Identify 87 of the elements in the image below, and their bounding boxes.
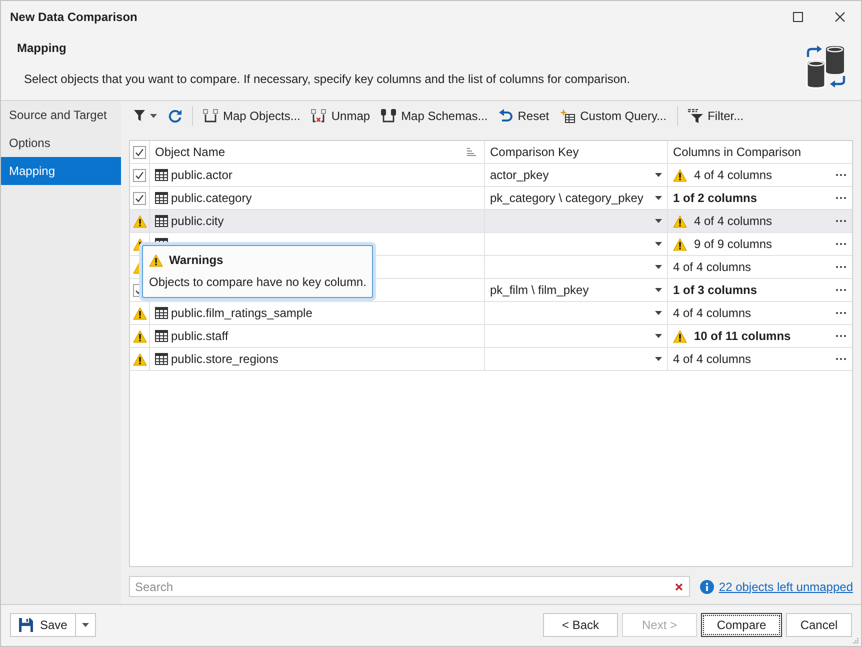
resize-grip-icon[interactable] bbox=[852, 637, 859, 644]
caret-icon bbox=[655, 357, 662, 361]
warning-icon bbox=[132, 214, 146, 228]
key-dropdown[interactable]: pk_category \ category_pkey bbox=[485, 187, 668, 209]
unmap-icon bbox=[311, 108, 326, 122]
map-schemas-icon bbox=[381, 108, 396, 122]
map-objects-icon bbox=[203, 108, 218, 122]
table-icon bbox=[155, 169, 168, 181]
columns-count: 1 of 2 columns bbox=[673, 190, 758, 207]
window-title: New Data Comparison bbox=[10, 8, 138, 26]
save-icon bbox=[19, 618, 33, 632]
map-objects-button[interactable]: Map Objects... bbox=[198, 104, 306, 126]
columns-count: 1 of 3 columns bbox=[673, 282, 758, 299]
table-row[interactable]: public.store_regions 4 of 4 columns bbox=[130, 348, 852, 371]
clear-icon[interactable] bbox=[674, 583, 683, 591]
sidebar-item[interactable]: Source and Target bbox=[1, 101, 121, 129]
sparkle-table-icon bbox=[560, 108, 576, 122]
object-name: public.city bbox=[171, 213, 224, 230]
columns-count: 9 of 9 columns bbox=[694, 236, 772, 253]
back-button[interactable]: < Back bbox=[543, 613, 618, 637]
save-button[interactable]: Save bbox=[10, 613, 76, 637]
caret-icon bbox=[655, 311, 662, 315]
caret-icon bbox=[655, 196, 662, 200]
columns-count: 4 of 4 columns bbox=[673, 351, 752, 368]
funnel-icon bbox=[134, 110, 145, 121]
table-row[interactable]: public.actor actor_pkey 4 of 4 columns bbox=[130, 164, 852, 187]
object-name: public.film_ratings_sample bbox=[171, 305, 312, 322]
maximize-icon[interactable] bbox=[793, 12, 803, 22]
object-name: public.category bbox=[171, 190, 252, 207]
custom-query-button[interactable]: Custom Query... bbox=[555, 104, 672, 126]
table-icon bbox=[155, 353, 168, 365]
table-icon bbox=[155, 215, 168, 227]
checkbox[interactable] bbox=[133, 168, 146, 182]
unmapped-link[interactable]: 22 objects left unmapped bbox=[718, 578, 853, 596]
funnel-icon bbox=[688, 108, 703, 122]
table-row[interactable]: public.city 4 of 4 columns bbox=[130, 210, 852, 233]
warning-icon bbox=[132, 352, 146, 366]
checkbox[interactable] bbox=[133, 146, 146, 158]
table-row[interactable]: public.film_ratings_sample 4 of 4 columns bbox=[130, 302, 852, 325]
database-sync-icon bbox=[804, 43, 848, 89]
table-icon bbox=[155, 307, 168, 319]
caret-icon bbox=[655, 334, 662, 338]
caret-icon bbox=[82, 623, 90, 627]
checkbox[interactable] bbox=[133, 192, 146, 204]
save-dropdown-button[interactable] bbox=[76, 613, 96, 637]
table-icon bbox=[155, 330, 168, 342]
table-icon bbox=[155, 192, 168, 204]
reset-button[interactable]: Reset bbox=[494, 104, 554, 126]
warning-icon bbox=[149, 254, 163, 266]
object-name: public.actor bbox=[171, 167, 232, 184]
caret-icon bbox=[655, 242, 662, 246]
key-dropdown[interactable]: pk_film \ film_pkey bbox=[485, 279, 668, 301]
table-row[interactable]: public.category pk_category \ category_pkey 1 of 2 columns bbox=[130, 187, 852, 210]
columns-count: 4 of 4 columns bbox=[673, 259, 752, 276]
sort-icon bbox=[467, 148, 476, 156]
cancel-button[interactable]: Cancel bbox=[786, 613, 852, 637]
caret-icon bbox=[655, 173, 662, 177]
column-header[interactable]: Object Name bbox=[150, 141, 485, 163]
caret-icon bbox=[655, 219, 662, 223]
page-description: Select objects that you want to compare. If necessary, specify key columns and the list of columns for comparison. bbox=[24, 71, 630, 88]
object-name: public.store_regions bbox=[171, 351, 278, 368]
filter-button[interactable]: Filter... bbox=[682, 104, 749, 126]
column-header[interactable]: Comparison Key bbox=[485, 141, 668, 163]
warning-icon bbox=[132, 330, 146, 342]
map-schemas-button[interactable]: Map Schemas... bbox=[376, 104, 493, 126]
caret-icon bbox=[655, 288, 662, 292]
columns-count: 4 of 4 columns bbox=[694, 167, 772, 184]
refresh-icon bbox=[168, 108, 182, 122]
undo-icon bbox=[498, 109, 513, 122]
search-field[interactable]: Search bbox=[129, 576, 690, 597]
compare-button[interactable]: Compare bbox=[701, 613, 782, 637]
sidebar-item[interactable]: Options bbox=[1, 129, 121, 157]
columns-count: 10 of 11 columns bbox=[694, 328, 791, 345]
object-name: public.staff bbox=[171, 328, 228, 345]
sidebar-item[interactable]: Mapping bbox=[1, 157, 121, 185]
column-header[interactable]: Columns in Comparison bbox=[668, 141, 852, 163]
warning-icon bbox=[132, 306, 146, 320]
columns-count: 4 of 4 columns bbox=[694, 213, 772, 230]
info-icon bbox=[700, 580, 714, 594]
caret-icon bbox=[655, 265, 662, 269]
columns-count: 4 of 4 columns bbox=[673, 305, 752, 322]
unmap-button[interactable]: Unmap bbox=[306, 104, 376, 126]
table-row[interactable]: public.staff 10 of 11 columns bbox=[130, 325, 852, 348]
close-icon[interactable] bbox=[835, 12, 845, 22]
key-dropdown[interactable]: actor_pkey bbox=[485, 164, 668, 186]
caret-icon bbox=[150, 114, 157, 118]
page-title: Mapping bbox=[17, 40, 68, 57]
